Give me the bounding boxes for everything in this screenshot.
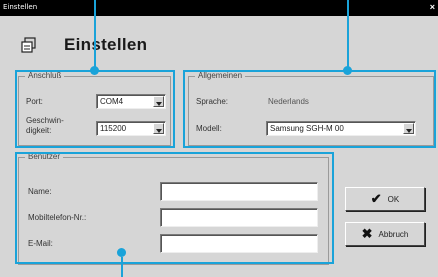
cancel-label: Abbruch xyxy=(378,229,409,239)
cross-icon: ✖ xyxy=(361,226,373,241)
benutzer-callout-line xyxy=(121,257,123,277)
close-icon[interactable]: × xyxy=(430,2,435,12)
allgemeinen-callout-line xyxy=(347,0,349,70)
allgemeinen-callout-pin xyxy=(343,66,352,75)
title-bar: Einstellen × xyxy=(0,0,438,16)
checkmark-icon: ✔ xyxy=(370,191,382,206)
ok-button[interactable]: ✔ OK xyxy=(345,187,425,211)
cancel-button[interactable]: ✖ Abbruch xyxy=(345,222,425,246)
window-title: Einstellen xyxy=(3,3,38,11)
anschluss-callout-pin xyxy=(90,66,99,75)
anschluss-callout-line xyxy=(94,0,96,70)
anschluss-highlight xyxy=(15,70,175,148)
allgemeinen-highlight xyxy=(183,70,436,148)
benutzer-highlight xyxy=(15,152,334,264)
benutzer-callout-pin xyxy=(117,248,126,257)
settings-dialog-icon xyxy=(21,37,36,53)
page-title: Einstellen xyxy=(64,35,148,54)
ok-label: OK xyxy=(387,194,400,204)
